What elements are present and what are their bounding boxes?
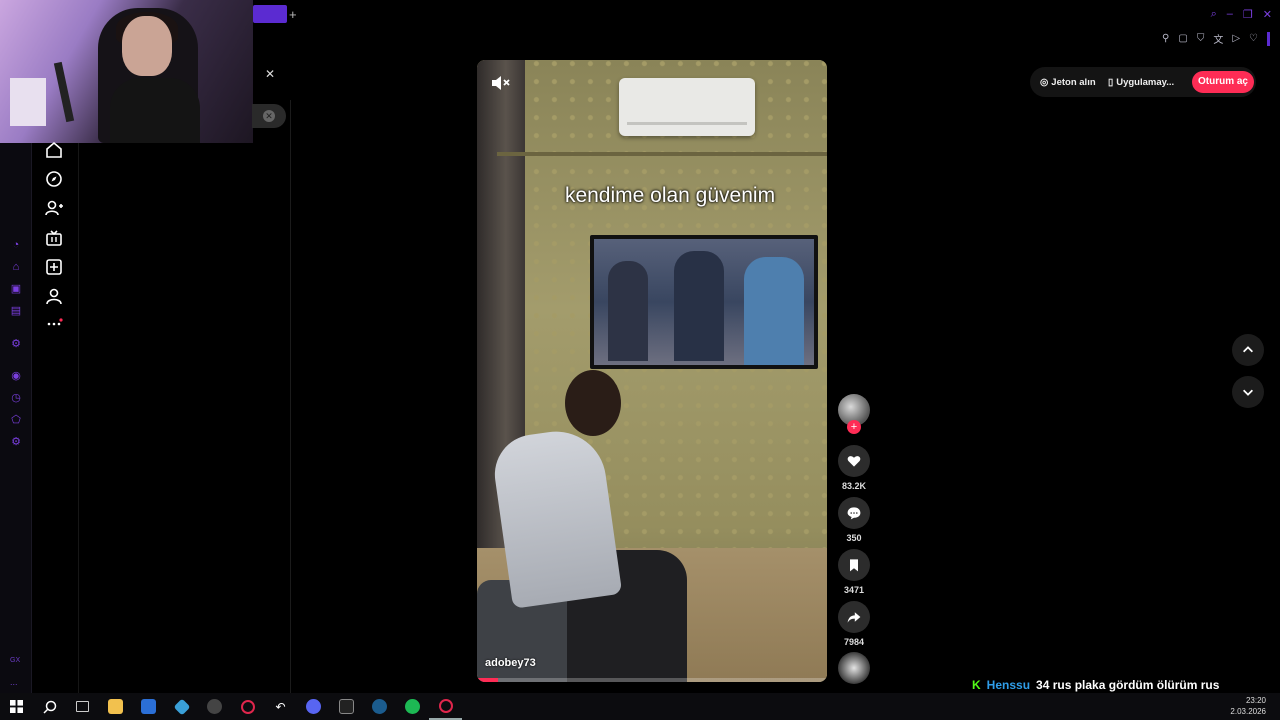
clock-time: 23:20 bbox=[1245, 696, 1266, 705]
comment-icon[interactable] bbox=[838, 497, 870, 529]
get-app-button[interactable]: ▯ Uygulamay... bbox=[1108, 73, 1174, 91]
clock-date: 2.03.2026 bbox=[1230, 707, 1266, 716]
video-player[interactable]: kendime olan güvenim adobey73 bbox=[477, 60, 827, 682]
minimize-icon[interactable]: – bbox=[1227, 8, 1233, 21]
active-tab[interactable] bbox=[253, 5, 287, 23]
obs-icon[interactable] bbox=[198, 693, 231, 720]
save-action[interactable]: 3471 bbox=[838, 549, 870, 595]
next-video-button[interactable] bbox=[1232, 376, 1264, 408]
mute-icon[interactable] bbox=[489, 72, 511, 94]
epic-games-icon[interactable] bbox=[330, 693, 363, 720]
gx-control-icon[interactable]: ◔ bbox=[9, 238, 23, 252]
play-icon[interactable]: ▷ bbox=[1232, 33, 1240, 44]
music-disc-icon[interactable] bbox=[838, 652, 870, 684]
webcam-overlay bbox=[0, 0, 253, 143]
save-count: 3471 bbox=[843, 585, 865, 595]
profile-icon[interactable] bbox=[44, 286, 64, 306]
video-progress-bar[interactable] bbox=[477, 678, 827, 682]
app-icon-blue[interactable] bbox=[165, 693, 198, 720]
twitch-icon[interactable]: ▣ bbox=[9, 282, 23, 296]
progress-fill bbox=[477, 678, 498, 682]
share-icon[interactable] bbox=[838, 601, 870, 633]
restore-icon[interactable]: ❐ bbox=[1243, 8, 1253, 21]
get-coins-label: Jeton alın bbox=[1051, 76, 1096, 88]
home-icon[interactable] bbox=[44, 140, 64, 160]
like-count: 83.2K bbox=[841, 481, 867, 491]
opera-gx-icon[interactable] bbox=[231, 693, 264, 720]
video-caption: kendime olan güvenim bbox=[564, 184, 776, 207]
windows-start-icon[interactable] bbox=[0, 693, 33, 720]
gear-icon[interactable]: ⚙ bbox=[9, 435, 23, 449]
file-explorer-icon[interactable] bbox=[99, 693, 132, 720]
kick-badge-icon: K bbox=[972, 678, 981, 692]
chevron-up-icon bbox=[1243, 346, 1253, 353]
pin-icon[interactable]: ⚲ bbox=[1162, 33, 1169, 44]
live-icon[interactable] bbox=[44, 228, 64, 248]
steam-icon[interactable] bbox=[363, 693, 396, 720]
settings-gear-icon[interactable]: ⚙ bbox=[9, 337, 23, 351]
login-button[interactable]: Oturum aç bbox=[1192, 71, 1254, 93]
sidebar-accent bbox=[1267, 31, 1270, 46]
search-taskbar-icon[interactable] bbox=[33, 693, 66, 720]
chevron-down-icon bbox=[1243, 389, 1253, 396]
player-icon[interactable]: ◉ bbox=[9, 369, 23, 383]
close-window-icon[interactable]: ✕ bbox=[1263, 8, 1272, 21]
following-icon[interactable] bbox=[44, 198, 64, 218]
phone-icon: ▯ bbox=[1108, 76, 1114, 88]
video-author[interactable]: adobey73 bbox=[485, 657, 536, 669]
app-icon-hook[interactable]: ↶ bbox=[264, 693, 297, 720]
heart-icon[interactable] bbox=[838, 445, 870, 477]
share-action[interactable]: 7984 bbox=[838, 601, 870, 647]
previous-video-button[interactable] bbox=[1232, 334, 1264, 366]
opera-gx-active-icon[interactable] bbox=[429, 693, 462, 720]
upload-icon[interactable] bbox=[44, 257, 64, 277]
coin-icon: ◎ bbox=[1040, 76, 1049, 88]
like-action[interactable]: 83.2K bbox=[838, 445, 870, 491]
tv-in-video bbox=[590, 235, 818, 369]
translate-icon[interactable]: 文 bbox=[1213, 31, 1223, 46]
heart-icon[interactable]: ♡ bbox=[1249, 33, 1258, 44]
follow-button[interactable]: + bbox=[847, 420, 861, 434]
remote-desktop-icon[interactable] bbox=[132, 693, 165, 720]
shield-icon[interactable]: ⛉ bbox=[1197, 33, 1205, 44]
search-icon[interactable]: ⌕ bbox=[1211, 8, 1217, 21]
new-tab-button[interactable]: + bbox=[289, 7, 297, 22]
chat-username: Henssu bbox=[986, 678, 1031, 692]
taskbar: ↶ bbox=[0, 693, 1280, 720]
spotify-icon[interactable] bbox=[396, 693, 429, 720]
task-view-icon[interactable] bbox=[66, 693, 99, 720]
share-count: 7984 bbox=[843, 637, 865, 647]
clear-search-icon[interactable]: ✕ bbox=[263, 110, 275, 122]
system-clock[interactable]: 23:20 2.03.2026 bbox=[1230, 695, 1266, 717]
close-panel-button[interactable]: ✕ bbox=[262, 66, 278, 82]
gx-more-icon[interactable]: ... bbox=[10, 677, 18, 687]
get-coins-button[interactable]: ◎ Jeton alın bbox=[1040, 73, 1096, 91]
extensions-icon[interactable]: ⬠ bbox=[9, 413, 23, 427]
more-icon[interactable] bbox=[44, 313, 64, 333]
tab-strip bbox=[253, 0, 1280, 30]
gx-label: GX bbox=[10, 657, 21, 664]
panel-divider bbox=[290, 100, 291, 693]
window-controls: ⌕ – ❐ ✕ bbox=[1211, 8, 1272, 21]
explore-icon[interactable] bbox=[44, 169, 64, 189]
gx-sidebar: ◔ ⌂ ▣ ▤ ⚙ ◉ ◷ ⬠ ⚙ bbox=[0, 143, 32, 693]
comment-action[interactable]: 350 bbox=[838, 497, 870, 543]
history-icon[interactable]: ◷ bbox=[9, 391, 23, 405]
nav-divider bbox=[78, 143, 79, 693]
discord-icon[interactable] bbox=[297, 693, 330, 720]
gx-store-icon[interactable]: ⌂ bbox=[9, 260, 23, 274]
screenshot-icon[interactable]: ▢ bbox=[1178, 33, 1187, 44]
extensions-bar: ⚲ ▢ ⛉ 文 ▷ ♡ bbox=[1162, 31, 1270, 46]
messenger-icon[interactable]: ▤ bbox=[9, 304, 23, 318]
comment-count: 350 bbox=[846, 533, 862, 543]
bookmark-icon[interactable] bbox=[838, 549, 870, 581]
get-app-label: Uygulamay... bbox=[1116, 76, 1175, 88]
